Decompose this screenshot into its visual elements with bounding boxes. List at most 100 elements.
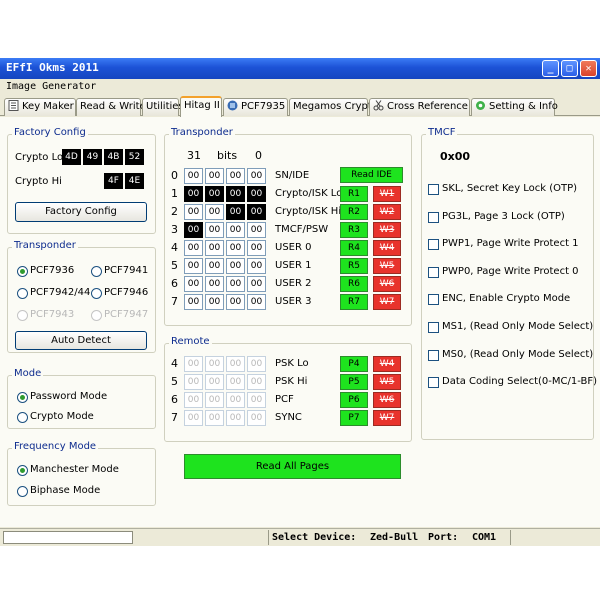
page-byte-input[interactable]: 00 [184,222,203,238]
read-page-button[interactable]: R5 [340,258,368,274]
page-byte-input[interactable]: 00 [226,168,245,184]
write-remote-button[interactable]: W6 [373,392,401,408]
page-byte-input[interactable]: 00 [184,204,203,220]
remote-byte-input[interactable]: 00 [247,356,266,372]
remote-byte-input[interactable]: 00 [205,410,224,426]
page-byte-input[interactable]: 00 [226,186,245,202]
read-page-button[interactable]: R3 [340,222,368,238]
page-byte-input[interactable]: 00 [247,222,266,238]
remote-byte-input[interactable]: 00 [184,410,203,426]
menu-image-generator[interactable]: Image Generator [6,81,96,92]
radio-pcf7942-44[interactable] [17,288,28,299]
tab-pcf7935[interactable]: PCF7935 [223,98,288,116]
write-page-button[interactable]: W4 [373,240,401,256]
radio-pcf7936[interactable] [17,266,28,277]
read-remote-button[interactable]: P5 [340,374,368,390]
tmcf-checkbox[interactable] [428,266,439,278]
remote-byte-input[interactable]: 00 [226,392,245,408]
page-byte-input[interactable]: 00 [226,276,245,292]
page-byte-input[interactable]: 00 [184,276,203,292]
factory-config-button[interactable]: Factory Config [15,202,147,222]
page-byte-input[interactable]: 00 [184,258,203,274]
read-page-button[interactable]: R4 [340,240,368,256]
remote-byte-input[interactable]: 00 [184,356,203,372]
write-page-button[interactable]: W6 [373,276,401,292]
page-byte-input[interactable]: 00 [184,186,203,202]
tmcf-checkbox[interactable] [428,294,439,306]
page-byte-input[interactable]: 00 [226,240,245,256]
remote-byte-input[interactable]: 00 [247,392,266,408]
page-byte-input[interactable]: 00 [205,294,224,310]
remote-byte-input[interactable]: 00 [226,356,245,372]
maximize-button[interactable]: □ [561,60,578,77]
remote-byte-input[interactable]: 00 [226,410,245,426]
read-remote-button[interactable]: P7 [340,410,368,426]
page-byte-input[interactable]: 00 [247,186,266,202]
write-page-button[interactable]: W5 [373,258,401,274]
page-byte-input[interactable]: 00 [205,258,224,274]
page-byte-input[interactable]: 00 [205,222,224,238]
page-byte-input[interactable]: 00 [205,204,224,220]
remote-byte-input[interactable]: 00 [184,392,203,408]
write-page-button[interactable]: W1 [373,186,401,202]
remote-byte-input[interactable]: 00 [226,374,245,390]
page-byte-input[interactable]: 00 [205,240,224,256]
page-byte-input[interactable]: 00 [184,240,203,256]
remote-byte-input[interactable]: 00 [184,374,203,390]
read-page-button[interactable]: R6 [340,276,368,292]
page-byte-input[interactable]: 00 [247,204,266,220]
read-remote-button[interactable]: P4 [340,356,368,372]
tmcf-checkbox[interactable] [428,322,439,333]
page-byte-input[interactable]: 00 [226,294,245,310]
radio-pcf7946[interactable] [91,288,102,299]
remote-byte-input[interactable]: 00 [247,410,266,426]
tab-read-write[interactable]: Read & Write [76,98,146,116]
auto-detect-button[interactable]: Auto Detect [15,331,147,350]
remote-byte-input[interactable]: 00 [205,392,224,408]
read-remote-button[interactable]: P6 [340,392,368,408]
tmcf-checkbox[interactable] [428,211,439,223]
tmcf-checkbox[interactable] [428,349,439,361]
remote-byte-input[interactable]: 00 [205,374,224,390]
page-byte-input[interactable]: 00 [226,222,245,238]
read-ide-button[interactable]: Read IDE [340,167,403,183]
tmcf-checkbox[interactable] [428,377,439,389]
minimize-button[interactable]: _ [542,60,559,77]
tab-setting-info[interactable]: Setting & Info [471,98,558,116]
page-byte-input[interactable]: 00 [184,294,203,310]
write-page-button[interactable]: W2 [373,204,401,220]
read-page-button[interactable]: R2 [340,204,368,220]
write-remote-button[interactable]: W5 [373,374,401,390]
tab-megamos-crypto[interactable]: Megamos Crypto [289,98,378,116]
page-byte-input[interactable]: 00 [247,168,266,184]
tab-key-maker[interactable]: Key Maker [4,98,76,116]
tab-hitag-ii[interactable]: Hitag II [180,96,222,117]
page-byte-input[interactable]: 00 [247,294,266,310]
page-byte-input[interactable]: 00 [184,168,203,184]
radio-pcf7941[interactable] [91,266,102,277]
tab-cross-reference[interactable]: Cross Reference [369,98,470,116]
write-page-button[interactable]: W3 [373,222,401,238]
page-byte-input[interactable]: 00 [205,186,224,202]
write-remote-button[interactable]: W4 [373,356,401,372]
read-page-button[interactable]: R7 [340,294,368,310]
read-all-pages-button[interactable]: Read All Pages [184,454,401,479]
tmcf-checkbox[interactable] [428,184,439,195]
page-byte-input[interactable]: 00 [226,258,245,274]
page-byte-input[interactable]: 00 [226,204,245,220]
radio-biphase-mode[interactable] [17,486,28,497]
page-byte-input[interactable]: 00 [247,276,266,292]
remote-byte-input[interactable]: 00 [247,374,266,390]
write-page-button[interactable]: W7 [373,294,401,310]
tab-utilities[interactable]: Utilities [142,98,184,116]
remote-byte-input[interactable]: 00 [205,356,224,372]
page-byte-input[interactable]: 00 [247,258,266,274]
page-byte-input[interactable]: 00 [205,168,224,184]
close-button[interactable]: ✕ [580,60,597,77]
write-remote-button[interactable]: W7 [373,410,401,426]
radio-crypto-mode[interactable] [17,412,28,423]
read-page-button[interactable]: R1 [340,186,368,202]
radio-password-mode[interactable] [17,392,28,403]
radio-manchester-mode[interactable] [17,465,28,476]
page-byte-input[interactable]: 00 [205,276,224,292]
